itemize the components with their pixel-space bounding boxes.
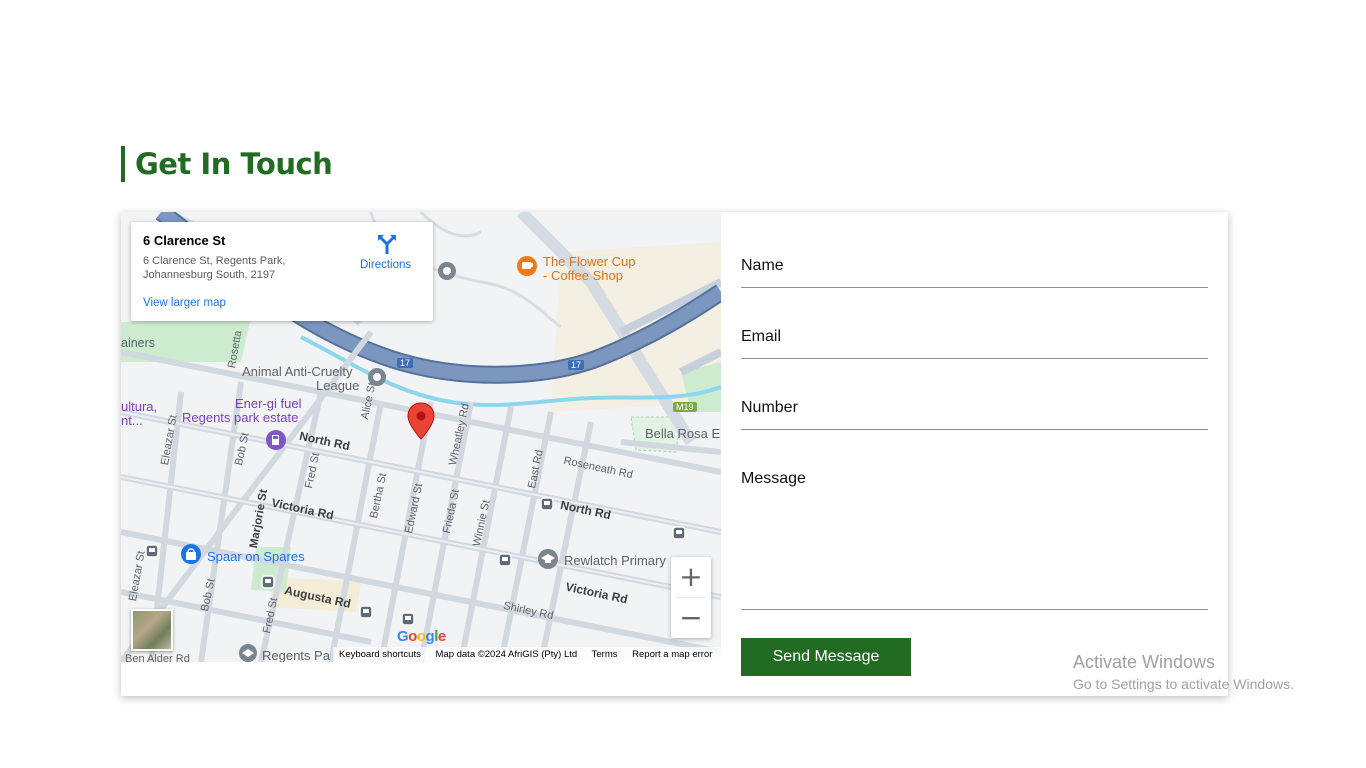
map-data-credit: Map data ©2024 AfriGIS (Pty) Ltd — [435, 649, 578, 660]
poi-marker-icon[interactable] — [366, 366, 388, 388]
bus-stop-icon — [145, 544, 159, 558]
coffee-cup-icon[interactable] — [516, 255, 538, 277]
bus-stop-icon — [672, 526, 686, 540]
highway-17-shield-2: 17 — [568, 360, 585, 370]
zoom-in-button[interactable]: + — [671, 557, 711, 597]
send-message-button[interactable]: Send Message — [741, 638, 911, 676]
map-label-ben-alder: Ben Alder Rd — [125, 653, 190, 662]
terms-link[interactable]: Terms — [592, 649, 618, 660]
map-label-ainers: ainers — [121, 336, 156, 350]
name-field[interactable]: Name — [741, 252, 1208, 288]
watermark-title: Activate Windows — [1073, 652, 1216, 672]
place-info-card: 6 Clarence St 6 Clarence St, Regents Par… — [131, 222, 433, 321]
view-larger-map-link[interactable]: View larger map — [143, 297, 226, 309]
satellite-toggle[interactable] — [131, 609, 173, 651]
school-cap-icon[interactable] — [537, 548, 559, 570]
windows-activation-watermark: Activate Windows Go to Settings to activ… — [1073, 652, 1294, 692]
highway-17-shield-1: 17 — [397, 358, 414, 368]
poi-marker-icon[interactable] — [237, 642, 259, 662]
keyboard-shortcuts-link[interactable]: Keyboard shortcuts — [339, 649, 421, 660]
map-label-spaar[interactable]: Spaar on Spares — [207, 549, 305, 564]
map-label-energi-2: Regents park estate — [182, 410, 299, 425]
message-label: Message — [741, 470, 806, 487]
map-label-regents-pa: Regents Pa — [262, 648, 330, 662]
shopping-bag-icon[interactable] — [180, 543, 202, 565]
map-label-flower-cup-2: - Coffee Shop — [543, 268, 623, 283]
bus-stop-icon — [540, 497, 554, 511]
directions-link[interactable]: Directions — [360, 259, 411, 271]
section-title: Get In Touch — [121, 146, 333, 182]
poi-marker-icon[interactable] — [436, 260, 458, 282]
map-label-energi[interactable]: Ener-gi fuel — [235, 396, 301, 411]
fuel-pump-icon[interactable] — [265, 429, 287, 451]
directions-icon[interactable] — [376, 233, 398, 255]
place-title: 6 Clarence St — [143, 233, 226, 248]
map-label-flower-cup[interactable]: The Flower Cup — [543, 254, 635, 269]
bus-stop-icon — [261, 575, 275, 589]
report-map-error-link[interactable]: Report a map error — [632, 649, 712, 660]
place-address-line-1: 6 Clarence St, Regents Park, — [143, 255, 286, 267]
watermark-subtitle: Go to Settings to activate Windows. — [1073, 676, 1294, 692]
map-label-animal-league[interactable]: Animal Anti-Cruelty — [242, 364, 353, 379]
zoom-out-button[interactable]: − — [671, 598, 711, 638]
number-field[interactable]: Number — [741, 394, 1208, 430]
embedded-map[interactable]: ainers The Flower Cup - Coffee Shop Anim… — [121, 212, 721, 662]
email-field[interactable]: Email — [741, 323, 1208, 359]
place-address: 6 Clarence St, Regents Park, Johannesbur… — [143, 254, 313, 282]
map-label-bella-rosa: Bella Rosa E — [645, 426, 721, 441]
map-attribution-bar: Keyboard shortcuts Map data ©2024 AfriGI… — [333, 647, 721, 662]
map-label-cultura: ultura, — [121, 399, 158, 414]
zoom-controls: + − — [671, 557, 711, 638]
place-address-line-2: Johannesburg South, 2197 — [143, 269, 276, 281]
location-pin-icon[interactable] — [407, 401, 435, 441]
contact-card: ainers The Flower Cup - Coffee Shop Anim… — [121, 212, 1228, 696]
email-label: Email — [741, 328, 782, 345]
google-logo: Google — [397, 628, 446, 645]
map-label-cultura-2: nt... — [121, 413, 143, 428]
bus-stop-icon — [359, 605, 373, 619]
map-label-rewlatch[interactable]: Rewlatch Primary — [564, 553, 666, 568]
name-label: Name — [741, 257, 784, 274]
bus-stop-icon — [401, 612, 415, 626]
m19-shield: M19 — [673, 402, 697, 412]
map-label-animal-league-2: League — [316, 378, 360, 393]
number-label: Number — [741, 399, 798, 416]
message-field[interactable]: Message — [741, 465, 1208, 610]
bus-stop-icon — [498, 553, 512, 567]
